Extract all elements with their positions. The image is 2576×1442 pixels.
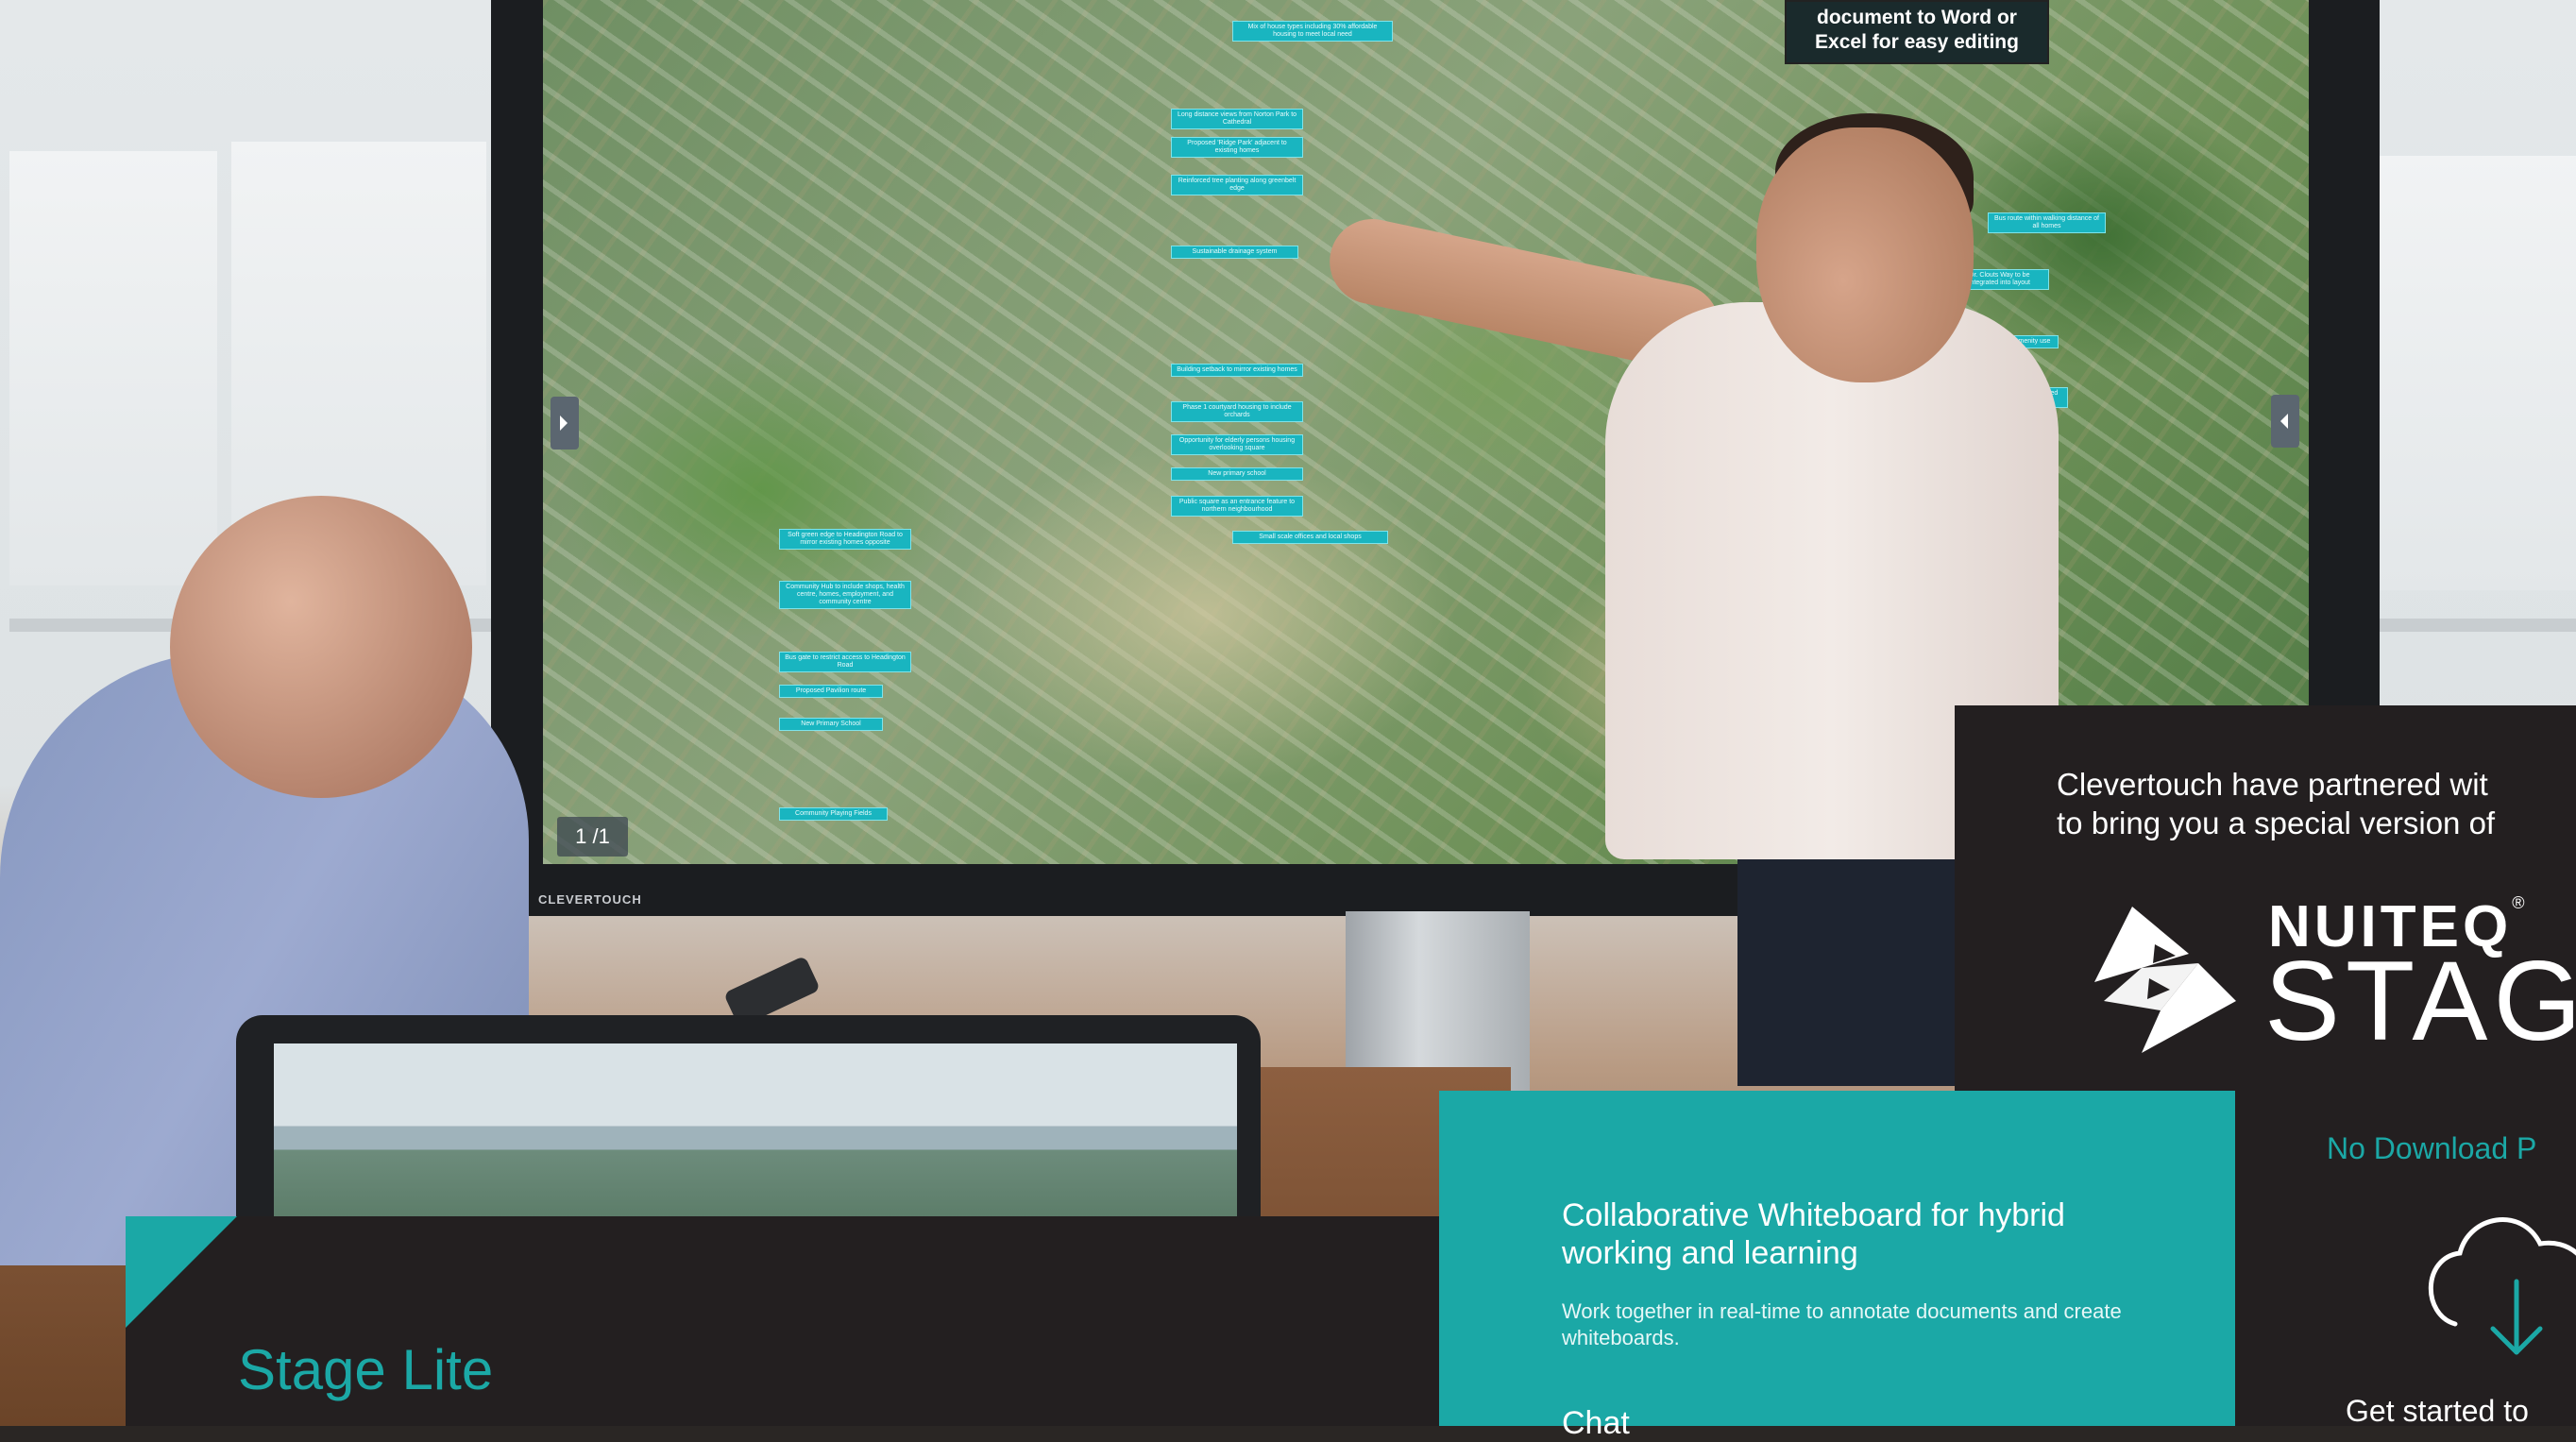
map-callout: Soft green edge to Headington Road to mi… [779,529,911,550]
map-callout: Proposed 'Ridge Park' adjacent to existi… [1171,137,1303,158]
glass-stripe-right [2356,619,2576,632]
frosted-glass-right [2356,156,2576,590]
page-indicator: 1 /1 [557,817,628,857]
map-callout: Bus gate to restrict access to Headingto… [779,652,911,672]
partner-line-2: to bring you a special version of [2057,806,2496,840]
frosted-glass-left [9,151,217,585]
feature-next-heading: Chat [1562,1405,1630,1441]
screen-callout-dark: document to Word or Excel for easy editi… [1785,0,2049,64]
map-callout: New Primary School [779,718,883,731]
cloud-download-icon [2428,1217,2576,1355]
map-callout: New primary school [1171,467,1303,481]
seated-person-head [170,496,472,798]
chevron-right-icon[interactable] [2271,395,2299,448]
map-callout: Small scale offices and local shops [1232,531,1388,544]
map-callout: Mix of house types including 30% afforda… [1232,21,1393,42]
map-callout: Building setback to mirror existing home… [1171,364,1303,377]
map-callout: Community Playing Fields [779,807,888,821]
map-callout: Bus route within walking distance of all… [1988,212,2106,233]
no-download-text: No Download P [2327,1131,2537,1165]
map-callout: Reinforced tree planting along greenbelt… [1171,175,1303,195]
partner-line-1: Clevertouch have partnered wit [2057,767,2488,802]
partner-text: Clevertouch have partnered wit to bring … [2057,765,2576,842]
map-callout: Opportunity for elderly persons housing … [1171,434,1303,455]
map-callout: Sustainable drainage system [1171,246,1298,259]
logo-product: STAG [2264,938,2576,1064]
map-callout: Long distance views from Norton Park to … [1171,109,1303,129]
feature-heading: Collaborative Whiteboard for hybrid work… [1562,1197,2065,1271]
feature-description: Work together in real-time to annotate d… [1562,1299,2122,1349]
map-callout: Proposed Pavilion route [779,685,883,698]
get-started-text: Get started to [2346,1394,2529,1428]
presenter-head [1756,127,1974,382]
map-callout: Phase 1 courtyard housing to include orc… [1171,401,1303,422]
product-title: Stage Lite [238,1338,494,1401]
map-callout: Community Hub to include shops, health c… [779,581,911,609]
chevron-left-icon[interactable] [551,397,579,450]
display-brand: CLEVERTOUCH [538,892,642,907]
map-callout: Public square as an entrance feature to … [1171,496,1303,517]
corner-accent [126,1216,237,1328]
